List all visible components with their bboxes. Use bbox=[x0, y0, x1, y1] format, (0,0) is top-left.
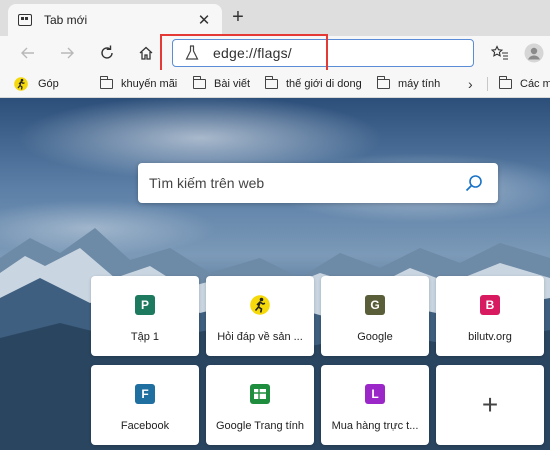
runner-icon bbox=[250, 295, 270, 315]
new-tab-page-icon bbox=[18, 14, 32, 26]
runner-icon bbox=[14, 77, 28, 91]
home-button[interactable] bbox=[134, 41, 158, 65]
favorite-label: Các m bbox=[520, 78, 550, 90]
tab-title: Tab mới bbox=[44, 13, 88, 27]
quick-link-facebook[interactable]: F Facebook bbox=[91, 365, 199, 445]
quick-link-bilutv[interactable]: B bilutv.org bbox=[436, 276, 544, 356]
profile-avatar-icon bbox=[524, 43, 544, 63]
tile-label: Facebook bbox=[120, 420, 170, 432]
favorite-label: khuyến mãi bbox=[121, 78, 178, 90]
tile-label: Tập 1 bbox=[130, 331, 160, 343]
favorites-button[interactable] bbox=[488, 41, 512, 65]
favorite-folder-bai-viet[interactable]: Bài viết bbox=[192, 75, 251, 93]
tab-new-tab[interactable]: Tab mới ✕ bbox=[8, 4, 222, 36]
tile-label: bilutv.org bbox=[468, 331, 512, 343]
arrow-left-icon bbox=[21, 47, 34, 59]
letter-p-icon: P bbox=[135, 295, 155, 315]
search-input[interactable]: Tìm kiếm trên web bbox=[149, 175, 464, 191]
tile-label: Mua hàng trực t... bbox=[331, 420, 419, 432]
arrow-right-icon bbox=[61, 47, 74, 59]
favorite-item-gop[interactable]: Góp bbox=[14, 75, 59, 93]
flask-icon bbox=[185, 45, 199, 60]
favorite-label: Bài viết bbox=[214, 78, 251, 90]
back-button[interactable] bbox=[16, 41, 40, 65]
refresh-button[interactable] bbox=[95, 41, 119, 65]
favorite-folder-may-tinh[interactable]: máy tính bbox=[376, 75, 441, 93]
folder-icon bbox=[264, 76, 278, 89]
letter-f-icon: F bbox=[135, 384, 155, 404]
tile-label: Hỏi đáp về sản ... bbox=[217, 331, 303, 343]
favorite-label: máy tính bbox=[398, 78, 441, 90]
letter-b-icon: B bbox=[480, 295, 500, 315]
profile-button[interactable] bbox=[522, 41, 546, 65]
tab-strip: Tab mới ✕ + bbox=[0, 0, 550, 36]
refresh-icon bbox=[101, 45, 113, 59]
star-list-icon bbox=[491, 45, 508, 60]
tile-label: Google bbox=[357, 331, 393, 343]
favorite-label: Góp bbox=[38, 78, 59, 90]
quick-link-google[interactable]: G Google bbox=[321, 276, 429, 356]
favorites-overflow-chevron-icon[interactable]: › bbox=[468, 76, 473, 92]
quick-link-google-sheets[interactable]: Google Trang tính bbox=[206, 365, 314, 445]
favorite-folder-the-gioi-di-dong[interactable]: thế giới di dong bbox=[264, 75, 362, 93]
sheets-icon bbox=[250, 384, 270, 404]
quick-link-tap-1[interactable]: P Tập 1 bbox=[91, 276, 199, 356]
folder-icon bbox=[192, 76, 206, 89]
toolbar: edge://flags/ bbox=[0, 36, 550, 70]
home-icon bbox=[139, 46, 153, 60]
new-tab-button[interactable]: + bbox=[228, 7, 248, 28]
folder-icon bbox=[498, 76, 512, 89]
tab-close-button[interactable]: ✕ bbox=[196, 12, 212, 29]
address-text[interactable]: edge://flags/ bbox=[213, 45, 292, 61]
favorite-folder-khuyen-mai[interactable]: khuyến mãi bbox=[99, 75, 178, 93]
favorite-folder-other[interactable]: Các m bbox=[498, 75, 550, 93]
search-icon[interactable] bbox=[464, 173, 484, 193]
letter-g-icon: G bbox=[365, 295, 385, 315]
tile-label: Google Trang tính bbox=[215, 420, 305, 432]
forward-button[interactable] bbox=[55, 41, 79, 65]
plus-icon: + bbox=[481, 389, 499, 420]
folder-icon bbox=[99, 76, 113, 89]
add-quick-link-button[interactable]: + bbox=[436, 365, 544, 445]
letter-l-icon: L bbox=[365, 384, 385, 404]
web-search-box[interactable]: Tìm kiếm trên web bbox=[138, 163, 498, 203]
favorites-bar: Góp khuyến mãi Bài viết thế giới di dong… bbox=[0, 70, 550, 98]
quick-link-hoi-dap[interactable]: Hỏi đáp về sản ... bbox=[206, 276, 314, 356]
favorite-label: thế giới di dong bbox=[286, 78, 362, 90]
quick-link-mua-hang[interactable]: L Mua hàng trực t... bbox=[321, 365, 429, 445]
favorites-divider bbox=[487, 77, 488, 91]
address-bar[interactable]: edge://flags/ bbox=[172, 39, 474, 67]
folder-icon bbox=[376, 76, 390, 89]
